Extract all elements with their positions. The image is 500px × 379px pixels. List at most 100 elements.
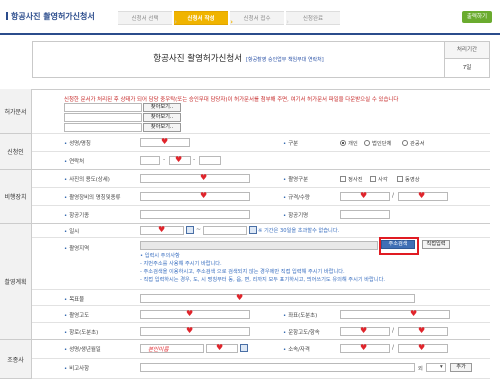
use-input[interactable] xyxy=(140,174,250,183)
end-date-input[interactable] xyxy=(203,226,247,235)
checkbox-photo[interactable] xyxy=(340,176,346,182)
equipment-label: 촬영장비의 명칭및종류 xyxy=(64,193,120,201)
altitude-input[interactable] xyxy=(140,310,250,319)
radio-government[interactable] xyxy=(402,140,408,146)
pilot-license-label: 소속/자격 xyxy=(283,345,310,353)
applicant-name-label: 성명/명칭 xyxy=(64,139,91,147)
phone-part-3[interactable] xyxy=(199,156,221,165)
remarks-count-select[interactable] xyxy=(426,363,446,372)
route-input[interactable] xyxy=(140,327,250,336)
heart-marker-icon: ♥ xyxy=(418,326,426,335)
area-note-4: - 직접 입력하시는 경우, 도, 시 명칭부터 동, 읍, 면, 리까지 모두… xyxy=(140,277,386,283)
section-applicant: 신청인 xyxy=(0,134,32,170)
checkbox-photo-label: 정사진 xyxy=(348,177,363,183)
area-note-3: - 주소검색을 이용하시고, 주소검색 으로 검색되지 않는 경우에만 직접 입… xyxy=(140,269,345,275)
aircraft-name-label: 항공기명 xyxy=(283,211,308,219)
add-button[interactable]: 추가 xyxy=(450,363,472,372)
form-title-cell: 항공사진 촬영허가신청서 [항공촬영 승인업무 책임부대 연락처] xyxy=(33,42,445,77)
heart-marker-icon: ♥ xyxy=(216,343,224,352)
date-range-dash: ~ xyxy=(196,226,202,233)
radio-corporation-label: 법인단체 xyxy=(372,141,392,147)
direct-input-button[interactable]: 직접입력 xyxy=(422,240,450,249)
area-note-2: - 지번주소를 사용해 주시기 바랍니다. xyxy=(140,261,222,267)
use-label: 사진의 용도(상세) xyxy=(64,175,110,183)
area-note-1: • 입력시 주의사항 xyxy=(140,253,180,259)
aircraft-name-input[interactable] xyxy=(340,210,390,219)
form-title: 항공사진 촬영허가신청서 xyxy=(153,54,243,64)
pilot-name-sample: 본인이름 xyxy=(148,347,169,353)
calendar-icon[interactable] xyxy=(240,344,248,352)
area-address-input[interactable] xyxy=(140,241,378,250)
file-field-1[interactable] xyxy=(64,103,142,112)
step-3: 신청서 접수 › xyxy=(230,11,289,26)
heart-marker-icon: ♥ xyxy=(360,343,368,352)
row-aircraft xyxy=(32,206,490,224)
page-title: 항공사진 촬영허가신청서 xyxy=(6,11,95,22)
chevron-right-icon: › xyxy=(230,18,233,26)
license-separator: / xyxy=(392,344,395,351)
filming-type-label: 촬영구분 xyxy=(283,175,308,183)
radio-corporation[interactable] xyxy=(364,140,370,146)
route-label: 항로(도분초) xyxy=(64,328,98,336)
heart-marker-icon: ♥ xyxy=(200,173,208,182)
datetime-note: ※ 기간은 30일을 초과할수 없습니다. xyxy=(258,228,340,234)
radio-individual-label: 개인 xyxy=(348,141,358,147)
attachment-notice: 신청한 문서가 처리된 후 상태가 되어 담당 중우탁(또는 승인무대 담당자)… xyxy=(64,97,399,103)
phone-part-1[interactable] xyxy=(140,156,160,165)
coords-input[interactable] xyxy=(340,310,450,319)
checkbox-angle-label: 사각 xyxy=(378,177,388,183)
area-label: 촬영지역 xyxy=(64,244,89,252)
find-file-button-2[interactable]: 찾아보기.. xyxy=(143,113,181,122)
step-1-label: 신청서 선택 xyxy=(131,16,159,22)
heart-marker-icon: ♥ xyxy=(418,191,426,200)
heart-marker-icon: ♥ xyxy=(175,155,183,164)
heart-marker-icon: ♥ xyxy=(236,293,244,302)
equipment-input[interactable] xyxy=(140,192,250,201)
chevron-right-icon: › xyxy=(286,18,289,26)
flight-altitude-label: 운항고도/항속 xyxy=(283,328,320,336)
remarks-input[interactable] xyxy=(140,363,415,372)
page-title-text: 항공사진 촬영허가신청서 xyxy=(11,12,95,21)
radio-government-label: 관공서 xyxy=(410,141,425,147)
checkbox-angle[interactable] xyxy=(370,176,376,182)
heart-marker-icon: ♥ xyxy=(360,326,368,335)
heart-marker-icon: ♥ xyxy=(186,309,194,318)
print-button[interactable]: 출력하기 xyxy=(462,11,492,23)
remarks-label: 비고사항 xyxy=(64,364,89,372)
period-value: 7일 xyxy=(462,65,472,71)
form-header: 항공사진 촬영허가신청서 [항공촬영 승인업무 책임부대 연락처] 처리기간 7일 xyxy=(32,41,490,78)
heart-marker-icon: ♥ xyxy=(410,309,418,318)
spec-label: 규격/수량 xyxy=(283,193,310,201)
altitude-label: 촬영고도 xyxy=(64,311,89,319)
section-pilot: 조종사 xyxy=(0,340,32,379)
find-file-button-1[interactable]: 찾아보기.. xyxy=(143,103,181,112)
heart-marker-icon: ♥ xyxy=(418,343,426,352)
coords-label: 좌표(도분초) xyxy=(283,311,317,319)
spec-separator: / xyxy=(392,192,395,199)
step-2-active: 신청서 작성 › xyxy=(174,11,233,26)
pilot-name-label: 성명/생년월일 xyxy=(64,345,101,353)
page-header: 항공사진 촬영허가신청서 신청서 선택 › 신청서 작성 › 신청서 접수 › 신청완… xyxy=(0,0,500,36)
find-file-button-3[interactable]: 찾아보기.. xyxy=(143,123,181,132)
step-indicator: 신청서 선택 › 신청서 작성 › 신청서 접수 › 신청완료 xyxy=(118,11,342,26)
chevron-right-icon: › xyxy=(174,18,177,26)
heart-marker-icon: ♥ xyxy=(360,191,368,200)
checkbox-video-label: 동영상 xyxy=(405,177,420,183)
target-input[interactable] xyxy=(140,294,415,303)
calendar-icon[interactable] xyxy=(249,226,257,234)
step-1: 신청서 선택 › xyxy=(118,11,177,26)
checkbox-video[interactable] xyxy=(397,176,403,182)
radio-individual[interactable] xyxy=(340,140,346,146)
section-equipment: 비행장치 xyxy=(0,170,32,224)
phone-dash-2: - xyxy=(193,156,196,163)
header-divider xyxy=(0,33,500,35)
file-field-3[interactable] xyxy=(64,123,142,132)
chevron-down-icon: ▾ xyxy=(440,364,443,370)
calendar-icon[interactable] xyxy=(186,226,194,234)
aircraft-type-input[interactable] xyxy=(140,210,250,219)
flight-separator: / xyxy=(392,327,395,334)
file-field-2[interactable] xyxy=(64,113,142,122)
applicant-category-label: 구분 xyxy=(283,139,298,147)
highlight-box xyxy=(379,237,419,255)
heart-marker-icon: ♥ xyxy=(161,137,169,146)
